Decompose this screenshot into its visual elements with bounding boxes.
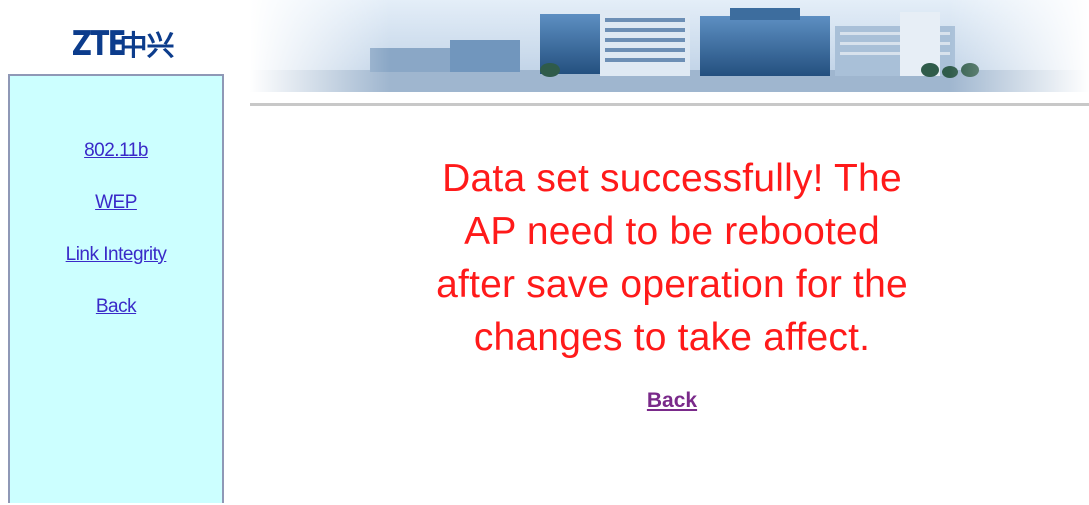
logo-cjk-text: 中兴 (119, 29, 175, 62)
sidebar-link-80211b[interactable]: 802.11b (10, 140, 222, 162)
status-message-line: after save operation for the (436, 263, 908, 306)
page: ZTE 中兴 802.11b WEP Link Integrity Back D… (0, 0, 1089, 505)
zte-logo: ZTE 中兴 (8, 20, 226, 68)
sidebar-link-link-integrity[interactable]: Link Integrity (10, 244, 222, 266)
status-message: Data set successfully! The AP need to be… (362, 152, 982, 364)
status-message-line: AP need to be rebooted (464, 210, 880, 253)
sidebar-nav: 802.11b WEP Link Integrity Back (8, 74, 224, 503)
header-divider (250, 103, 1089, 106)
status-message-line: changes to take affect. (473, 316, 871, 359)
status-message-line: Data set successfully! The (442, 157, 902, 200)
sidebar-link-back[interactable]: Back (10, 296, 222, 318)
header-banner-image (250, 0, 1089, 92)
sidebar-link-wep[interactable]: WEP (10, 192, 222, 214)
logo-latin-text: ZTE (72, 24, 127, 64)
back-link[interactable]: Back (560, 389, 784, 413)
